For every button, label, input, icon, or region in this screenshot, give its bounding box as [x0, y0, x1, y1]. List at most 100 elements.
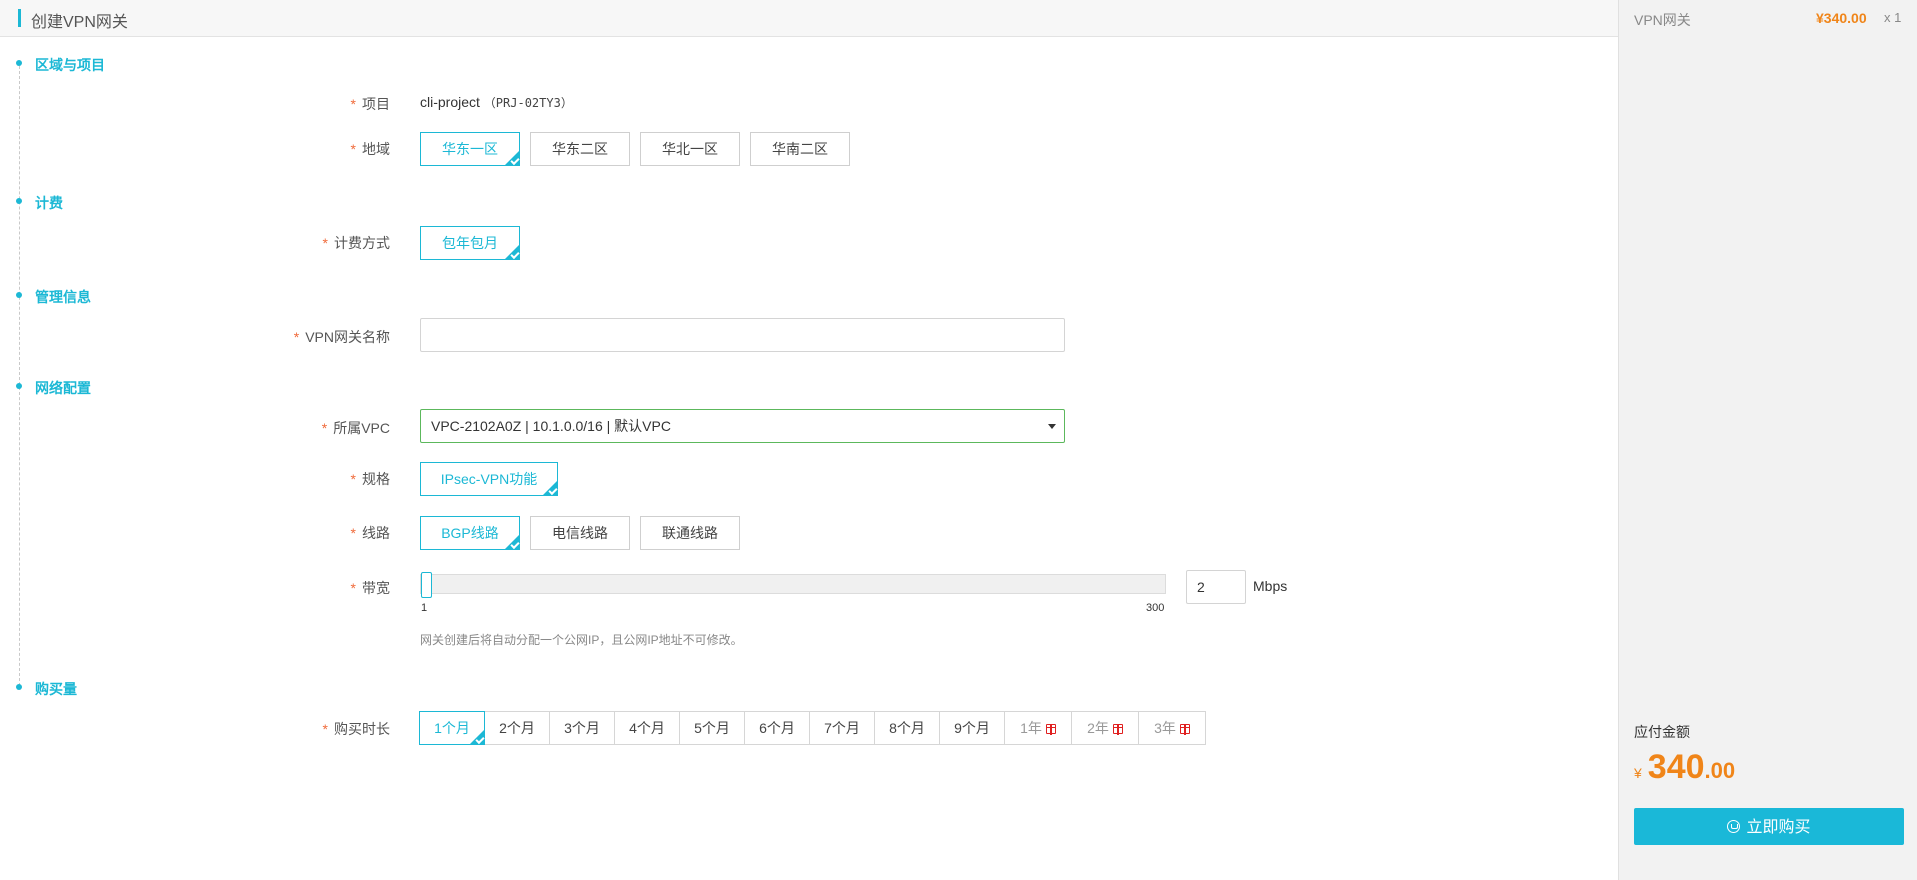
- amount-currency: ¥: [1634, 765, 1642, 781]
- section-dot: [16, 383, 22, 389]
- required-mark: *: [350, 141, 356, 157]
- duration-label: * 购买时长: [90, 719, 390, 739]
- duration-option-8[interactable]: 9个月: [939, 711, 1005, 745]
- gateway-name-label-text: VPN网关名称: [305, 329, 390, 345]
- required-mark: *: [322, 721, 328, 737]
- region-option-2[interactable]: 华北一区: [640, 132, 740, 166]
- bandwidth-slider[interactable]: [420, 572, 1166, 598]
- duration-option-label: 5个月: [694, 720, 730, 736]
- summary-item-price: ¥340.00: [1816, 10, 1867, 26]
- region-option-label: 华东二区: [552, 141, 608, 157]
- region-option-label: 华南二区: [772, 141, 828, 157]
- spec-option-ipsec[interactable]: IPsec-VPN功能: [420, 462, 558, 496]
- required-mark: *: [293, 329, 300, 345]
- line-option-2[interactable]: 联通线路: [640, 516, 740, 550]
- amount-integer: 340: [1647, 748, 1705, 786]
- header-accent-bar: [18, 9, 21, 27]
- duration-option-0[interactable]: 1个月: [419, 711, 485, 745]
- duration-option-label: 3年: [1154, 720, 1176, 736]
- selected-check-icon: [542, 480, 558, 496]
- summary-item-qty: x 1: [1884, 10, 1902, 25]
- duration-option-label: 8个月: [889, 720, 925, 736]
- duration-option-label: 9个月: [954, 720, 990, 736]
- billing-option-label: 包年包月: [442, 235, 498, 251]
- bandwidth-hint: 网关创建后将自动分配一个公网IP，且公网IP地址不可修改。: [420, 633, 743, 647]
- duration-option-10[interactable]: 2年: [1071, 711, 1139, 745]
- required-mark: *: [322, 235, 328, 251]
- region-option-label: 华北一区: [662, 141, 718, 157]
- order-summary-panel: VPN网关 ¥340.00 x 1 应付金额 ¥340.00 立即购买: [1618, 0, 1917, 880]
- amount-decimal: .00: [1704, 758, 1736, 783]
- line-option-label: 电信线路: [552, 525, 608, 541]
- vpc-select[interactable]: VPC-2102A0Z | 10.1.0.0/16 | 默认VPC: [420, 409, 1065, 443]
- duration-option-5[interactable]: 6个月: [744, 711, 810, 745]
- summary-item-name: VPN网关: [1634, 12, 1691, 28]
- selected-check-icon: [504, 244, 520, 260]
- selected-check-icon: [504, 534, 520, 550]
- duration-option-9[interactable]: 1年: [1004, 711, 1072, 745]
- bandwidth-min-tick: 1: [421, 602, 428, 614]
- section-dot: [16, 60, 22, 66]
- page-title: 创建VPN网关: [31, 14, 128, 31]
- duration-option-11[interactable]: 3年: [1138, 711, 1206, 745]
- duration-option-label: 4个月: [629, 720, 665, 736]
- billing-label-text: 计费方式: [334, 235, 390, 251]
- bandwidth-input[interactable]: [1186, 570, 1246, 604]
- billing-label: * 计费方式: [90, 233, 390, 253]
- required-mark: *: [350, 96, 356, 112]
- gateway-name-input[interactable]: [420, 318, 1065, 352]
- line-option-label: BGP线路: [441, 525, 499, 541]
- duration-option-4[interactable]: 5个月: [679, 711, 745, 745]
- project-name: cli-project: [420, 94, 480, 110]
- section-title-management: 管理信息: [35, 289, 91, 305]
- project-label: * 项目: [90, 94, 390, 114]
- region-option-3[interactable]: 华南二区: [750, 132, 850, 166]
- region-option-1[interactable]: 华东二区: [530, 132, 630, 166]
- section-dot: [16, 198, 22, 204]
- section-title-network: 网络配置: [35, 380, 91, 396]
- duration-option-7[interactable]: 8个月: [874, 711, 940, 745]
- spec-label-text: 规格: [362, 471, 390, 487]
- section-timeline: [19, 66, 20, 686]
- bandwidth-unit: Mbps: [1253, 578, 1288, 594]
- line-label-text: 线路: [362, 525, 390, 541]
- bandwidth-max-tick: 300: [1146, 602, 1165, 614]
- buy-now-label: 立即购买: [1746, 819, 1811, 836]
- spec-label: * 规格: [90, 469, 390, 489]
- duration-option-label: 6个月: [759, 720, 795, 736]
- gift-icon: [1112, 724, 1123, 735]
- bandwidth-slider-handle[interactable]: [421, 572, 432, 598]
- buy-now-button[interactable]: 立即购买: [1634, 808, 1904, 845]
- project-id: （PRJ-02TY3）: [483, 96, 573, 110]
- line-option-label: 联通线路: [662, 525, 718, 541]
- region-option-label: 华东一区: [442, 141, 498, 157]
- duration-option-6[interactable]: 7个月: [809, 711, 875, 745]
- main-panel: 创建VPN网关 区域与项目 * 项目 cli-project （PRJ-02TY3…: [0, 0, 1618, 880]
- vpc-label: * 所属VPC: [90, 418, 390, 438]
- billing-option-prepaid[interactable]: 包年包月: [420, 226, 520, 260]
- duration-options: 1个月 2个月 3个月 4个月 5个月 6个月 7个月 8个月 9个月 1年 2年 3年: [419, 711, 1206, 745]
- region-label: * 地域: [90, 139, 390, 159]
- bandwidth-label-text: 带宽: [362, 580, 390, 596]
- section-title-purchase: 购买量: [35, 681, 77, 697]
- section-dot: [16, 684, 22, 690]
- duration-option-2[interactable]: 3个月: [549, 711, 615, 745]
- duration-option-label: 2个月: [499, 720, 535, 736]
- required-mark: *: [350, 580, 356, 596]
- gateway-name-label: * VPN网关名称: [90, 327, 390, 347]
- duration-option-label: 7个月: [824, 720, 860, 736]
- duration-label-text: 购买时长: [334, 721, 390, 737]
- line-label: * 线路: [90, 523, 390, 543]
- line-option-0[interactable]: BGP线路: [420, 516, 520, 550]
- spec-option-label: IPsec-VPN功能: [440, 471, 538, 487]
- duration-option-3[interactable]: 4个月: [614, 711, 680, 745]
- gift-icon: [1045, 724, 1056, 735]
- page-header: 创建VPN网关: [0, 0, 1618, 37]
- duration-option-1[interactable]: 2个月: [484, 711, 550, 745]
- region-option-0[interactable]: 华东一区: [420, 132, 520, 166]
- bandwidth-label: * 带宽: [90, 578, 390, 598]
- chevron-down-icon: [1048, 424, 1056, 429]
- required-mark: *: [350, 471, 356, 487]
- vpc-label-text: 所属VPC: [333, 420, 390, 436]
- line-option-1[interactable]: 电信线路: [530, 516, 630, 550]
